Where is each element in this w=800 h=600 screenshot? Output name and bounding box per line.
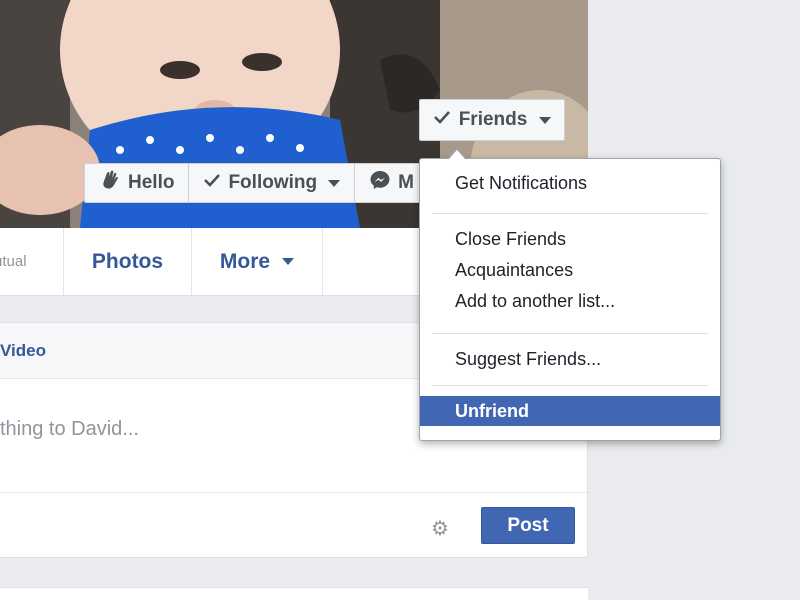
friends-label: Friends [458, 109, 528, 130]
composer-video-tab[interactable]: Video [0, 341, 46, 361]
tab-more-label: More [219, 249, 271, 273]
following-label: Following [228, 172, 318, 193]
caret-down-icon [539, 116, 552, 124]
menu-item-close-friends[interactable]: Close Friends [420, 224, 720, 254]
check-icon [203, 172, 221, 194]
menu-item-label: Suggest Friends... [455, 348, 602, 369]
menu-item-label: Close Friends [455, 228, 567, 249]
tab-photos[interactable]: Photos [64, 228, 192, 295]
profile-action-bar: Hello Following M [84, 163, 425, 203]
menu-item-acquaintances[interactable]: Acquaintances [420, 255, 720, 285]
caret-down-icon [282, 258, 295, 265]
tab-photos-label: Photos [91, 249, 164, 273]
menu-item-label: Unfriend [455, 400, 529, 421]
menu-divider [432, 213, 708, 214]
next-card [0, 587, 588, 600]
composer-footer: ⚙ Post [0, 493, 587, 557]
menu-item-get-notifications[interactable]: Get Notifications [420, 168, 720, 198]
friends-dropdown-menu: Get Notifications Close Friends Acquaint… [419, 158, 721, 441]
menu-item-unfriend[interactable]: Unfriend [420, 396, 720, 426]
friends-button[interactable]: Friends [419, 99, 565, 141]
post-label: Post [507, 514, 549, 536]
check-icon [433, 109, 451, 131]
hello-label: Hello [128, 172, 175, 193]
waving-hand-icon [99, 169, 121, 197]
menu-divider [432, 333, 708, 334]
following-button[interactable]: Following [189, 164, 356, 202]
tab-mutual-label: utual [0, 253, 27, 270]
message-label: M [398, 172, 414, 193]
menu-divider [432, 385, 708, 386]
post-button[interactable]: Post [481, 507, 575, 544]
gear-icon[interactable]: ⚙ [431, 516, 449, 541]
menu-item-label: Add to another list... [455, 290, 616, 311]
menu-item-suggest-friends[interactable]: Suggest Friends... [420, 344, 720, 374]
caret-down-icon [328, 179, 341, 187]
menu-item-add-to-list[interactable]: Add to another list... [420, 286, 720, 316]
hello-button[interactable]: Hello [85, 164, 190, 202]
tab-mutual-friends[interactable]: utual [0, 228, 64, 295]
menu-item-label: Acquaintances [455, 259, 574, 280]
menu-item-label: Get Notifications [455, 172, 588, 193]
dropdown-pointer-fill [448, 150, 466, 160]
tab-more[interactable]: More [192, 228, 323, 295]
messenger-icon [369, 169, 391, 197]
composer-placeholder: thing to David... [0, 418, 139, 440]
message-button[interactable]: M [355, 164, 424, 202]
